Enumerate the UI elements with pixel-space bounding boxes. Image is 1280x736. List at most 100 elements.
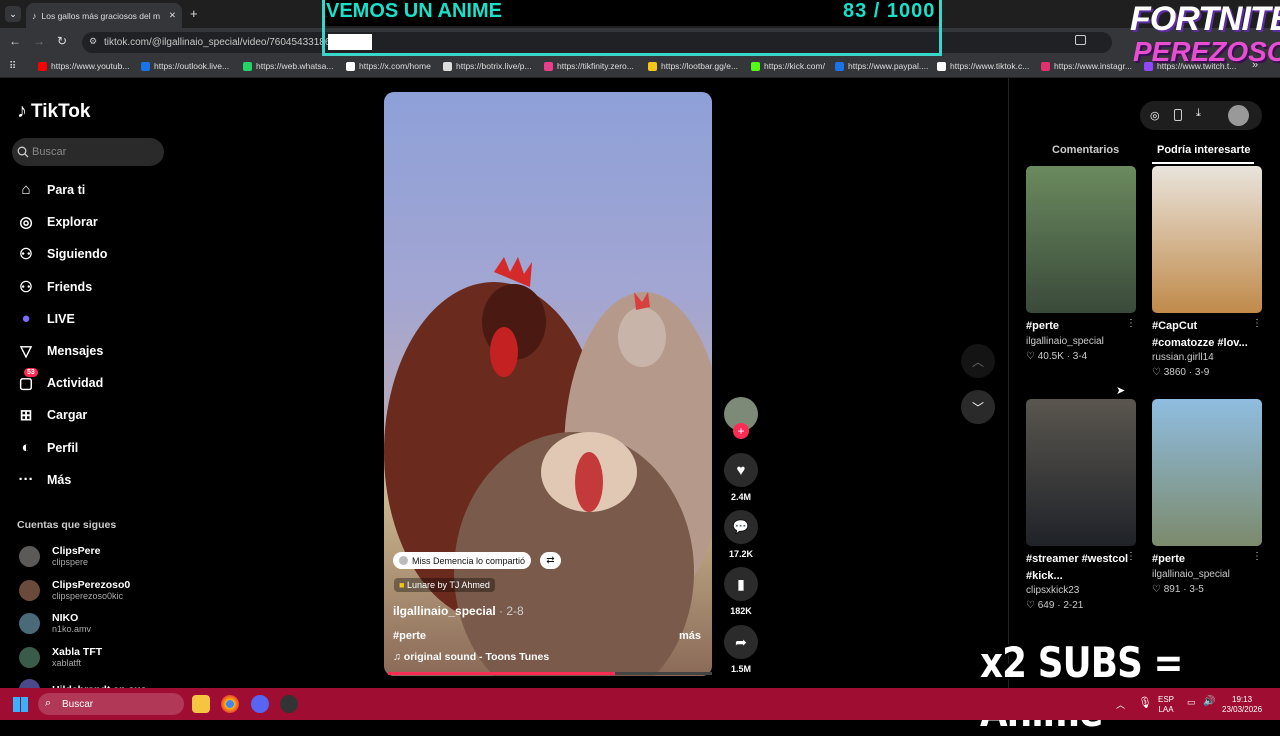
suggested-video-title[interactable]: #streamer #westcol #kick... xyxy=(1026,551,1136,585)
profile-icon: ◐ xyxy=(21,439,31,456)
reload-icon[interactable]: ↻ xyxy=(57,34,67,48)
creator-avatar-button[interactable]: + xyxy=(723,397,759,439)
tiktok-logo[interactable]: ♪ TikTok xyxy=(17,100,90,123)
more-options-icon[interactable]: ⋮ xyxy=(1252,551,1262,562)
suggested-video-title[interactable]: #perte xyxy=(1026,318,1136,335)
bookmark-item[interactable]: https://www.tiktok.c... xyxy=(937,61,1029,71)
chrome-icon[interactable] xyxy=(221,695,239,713)
bookmark-item[interactable]: https://www.instagr... xyxy=(1041,61,1132,71)
suggested-video-thumbnail[interactable] xyxy=(1152,399,1262,546)
video-author[interactable]: ilgallinaio_special · 2-8 xyxy=(393,604,524,618)
taskbar-search[interactable]: ⌕ Buscar xyxy=(38,693,184,715)
nav-item-perfil[interactable]: ◐ Perfil xyxy=(17,439,78,456)
shared-by-pill[interactable]: Miss Demencia lo compartió xyxy=(393,552,532,569)
suggested-video-user[interactable]: ilgallinaio_special xyxy=(1152,569,1230,580)
bookmark-item[interactable]: https://lootbar.gg/e... xyxy=(648,61,738,71)
bookmark-item[interactable]: https://outlook.live... xyxy=(141,61,229,71)
bookmark-item[interactable]: https://botrix.live/p... xyxy=(443,61,532,71)
windows-start-icon[interactable] xyxy=(13,697,28,712)
install-app-icon[interactable] xyxy=(1075,35,1086,45)
followed-account[interactable]: ClipsPere clipspere xyxy=(19,545,100,567)
close-tab-icon[interactable]: ✕ xyxy=(169,10,176,21)
video-progress-bar[interactable] xyxy=(388,672,712,675)
back-icon[interactable]: ← xyxy=(9,34,21,48)
bookmark-item[interactable]: https://www.youtub... xyxy=(38,61,129,71)
more-options-icon[interactable]: ⋮ xyxy=(1126,551,1136,562)
discord-icon[interactable] xyxy=(251,695,269,713)
suggested-video-title[interactable]: #perte xyxy=(1152,551,1262,568)
bookmark-favicon-icon xyxy=(937,61,946,71)
site-info-icon[interactable]: ⚙ xyxy=(89,36,97,47)
bookmark-favicon-icon xyxy=(1041,61,1050,71)
share-button[interactable]: ➦ 1.5M xyxy=(723,625,759,674)
suggested-video-thumbnail[interactable] xyxy=(1026,399,1136,546)
language-indicator[interactable]: ESP LAA xyxy=(1158,695,1174,715)
previous-video-button[interactable]: ︿ xyxy=(961,344,995,378)
nav-item-explorar[interactable]: ◎ Explorar xyxy=(17,213,97,231)
tab-comments[interactable]: Comentarios xyxy=(1052,144,1119,156)
bookmark-item[interactable]: https://tikfinity.zero... xyxy=(544,61,634,71)
activity-icon: ▢ 53 xyxy=(17,368,38,392)
followed-account[interactable]: ClipsPerezoso0 clipsperezoso0kic xyxy=(19,579,130,601)
nav-item-actividad[interactable]: ▢ 53 Actividad xyxy=(17,368,103,392)
video-sound[interactable]: ♫ original sound - Toons Tunes xyxy=(393,651,549,663)
compass-tool-icon[interactable]: ◎ xyxy=(1150,109,1160,122)
forward-icon[interactable]: → xyxy=(33,34,45,48)
bookmark-item[interactable]: https://kick.com/ xyxy=(751,61,825,71)
clock-time: 19:13 xyxy=(1232,695,1253,704)
video-hashtag[interactable]: #perte xyxy=(393,630,426,642)
avatar xyxy=(19,545,40,567)
nav-item-cargar[interactable]: ⊞ Cargar xyxy=(17,406,88,424)
stream-banner-counter: 83 / 1000 xyxy=(843,0,936,22)
suggested-video-user[interactable]: clipsxkick23 xyxy=(1026,585,1079,596)
file-explorer-icon[interactable] xyxy=(192,695,210,713)
bookmark-item[interactable]: https://web.whatsa... xyxy=(243,61,333,71)
tab-list-button[interactable]: ⌄ xyxy=(5,6,21,22)
user-avatar[interactable] xyxy=(1228,105,1249,126)
more-options-icon[interactable]: ⋮ xyxy=(1126,318,1136,329)
repost-button[interactable]: ⇄ xyxy=(540,552,561,569)
more-description-button[interactable]: más xyxy=(679,630,701,642)
download-icon[interactable]: ⤓ xyxy=(1196,107,1201,120)
nav-item-siguiendo[interactable]: ⚇ Siguiendo xyxy=(17,245,107,263)
apps-grid-icon[interactable]: ⠿ xyxy=(9,61,16,72)
new-tab-button[interactable]: + xyxy=(190,6,198,21)
microphone-icon[interactable]: 🎙 xyxy=(1138,696,1152,709)
suggested-video-user[interactable]: ilgallinaio_special xyxy=(1026,336,1104,347)
suggested-video-thumbnail[interactable] xyxy=(1152,166,1262,313)
browser-tab[interactable]: ♪ Los gallos más graciosos del m ✕ xyxy=(26,3,182,28)
music-note-icon: ♫ xyxy=(393,651,404,663)
more-options-icon[interactable]: ⋮ xyxy=(1252,318,1262,329)
suggested-video-title[interactable]: #CapCut #comatozze #lov... xyxy=(1152,318,1262,352)
obs-icon[interactable] xyxy=(280,695,298,713)
suggested-video-thumbnail[interactable] xyxy=(1026,166,1136,313)
clock[interactable]: 19:13 23/03/2026 xyxy=(1222,695,1262,715)
heart-outline-icon: ♡ xyxy=(1152,367,1164,378)
effect-label[interactable]: ■ Lunare by TJ Ahmed xyxy=(394,578,495,592)
nav-item-ms[interactable]: ··· Más xyxy=(17,471,72,488)
save-button[interactable]: ▮ 182K xyxy=(723,567,759,616)
suggested-video-user[interactable]: russian.girll14 xyxy=(1152,352,1214,363)
tab-suggested[interactable]: Podría interesarte xyxy=(1157,144,1251,156)
author-name[interactable]: ilgallinaio_special xyxy=(393,604,496,618)
like-button[interactable]: ♥ 2.4M xyxy=(723,453,759,502)
comment-button[interactable]: 💬 17.2K xyxy=(723,510,759,559)
nav-item-parati[interactable]: ⌂ Para ti xyxy=(17,181,85,198)
nav-item-mensajes[interactable]: ▽ Mensajes xyxy=(17,342,103,360)
next-video-button[interactable]: ﹀ xyxy=(961,390,995,424)
bookmark-favicon-icon xyxy=(544,61,553,71)
chevron-down-icon: ﹀ xyxy=(971,400,984,415)
tray-overflow-icon[interactable]: ︿ xyxy=(1116,698,1125,711)
volume-icon[interactable]: 🔊 xyxy=(1203,696,1215,707)
followed-account[interactable]: NIKO n1ko.amv xyxy=(19,612,91,634)
follow-plus-icon[interactable]: + xyxy=(733,423,749,439)
heart-outline-icon: ♡ xyxy=(1026,600,1038,611)
nav-item-friends[interactable]: ⚇ Friends xyxy=(17,278,92,296)
followed-account[interactable]: Xabla TFT xablatft xyxy=(19,646,102,668)
phone-icon[interactable] xyxy=(1174,109,1182,121)
nav-item-live[interactable]: ● LIVE xyxy=(17,310,74,327)
network-icon[interactable]: ▭ xyxy=(1187,697,1196,708)
bookmark-item[interactable]: https://x.com/home xyxy=(346,61,431,71)
bookmark-item[interactable]: https://www.paypal.... xyxy=(835,61,928,71)
search-input[interactable]: Buscar xyxy=(12,138,164,166)
